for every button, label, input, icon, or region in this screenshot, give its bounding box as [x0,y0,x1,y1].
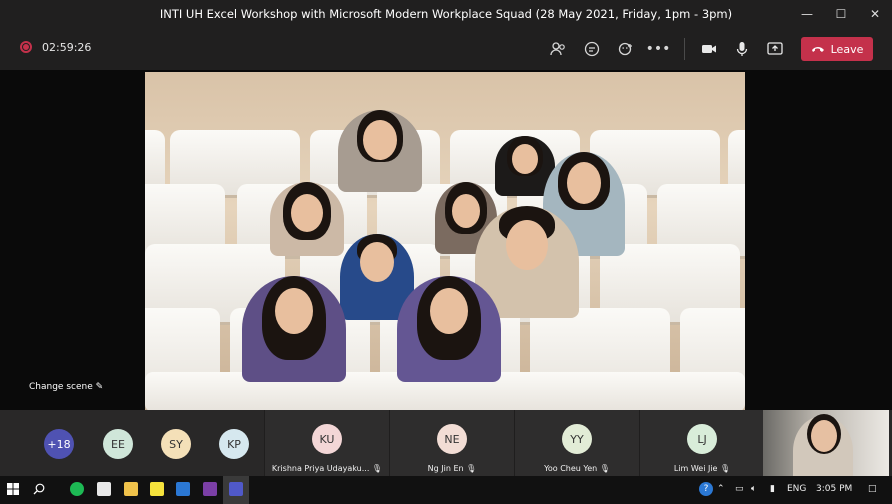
participant-video [242,276,346,382]
mic-muted-icon: 🎙︎ [599,464,610,473]
participants-icon[interactable] [547,38,569,60]
participant-tile[interactable]: LJ Lim Wei Jie 🎙︎ [639,410,764,476]
volume-icon[interactable]: 🔈︎ [751,484,756,494]
teams-icon [229,482,243,496]
microphone-icon[interactable] [731,38,753,60]
participant-name: Ng Jin En [427,464,464,473]
windows-start-icon[interactable] [6,482,20,496]
chat-icon[interactable] [581,38,603,60]
participant-video [270,182,344,256]
window-title: INTI UH Excel Workshop with Microsoft Mo… [159,7,733,21]
camera-icon[interactable] [698,38,720,60]
participant-avatar[interactable]: SY [161,429,191,459]
participant-avatar: YY [562,424,592,454]
title-bar: INTI UH Excel Workshop with Microsoft Mo… [0,0,892,28]
outlook-icon[interactable] [176,482,190,496]
seat [145,130,165,190]
participant-avatar: KU [312,424,342,454]
leave-button[interactable]: Leave [801,37,873,61]
battery-icon[interactable]: ▮ [770,484,775,494]
more-participants-button[interactable]: +18 [44,429,74,459]
participant-avatar[interactable]: KP [219,429,249,459]
windows-taskbar: ? ⌃ ▭ 🔈︎ ▮ ENG 3:05 PM □ [0,476,892,504]
participant-avatar[interactable]: EE [103,429,133,459]
leave-label: Leave [830,42,864,56]
participant-avatar: NE [437,424,467,454]
participant-avatar: LJ [687,424,717,454]
minimize-icon[interactable]: — [790,0,824,28]
pencil-icon: ✎ [95,382,104,392]
maximize-icon[interactable]: ☐ [824,0,858,28]
change-scene-button[interactable]: Change scene ✎ [29,382,103,392]
tray-chevron-icon[interactable]: ⌃ [717,484,725,494]
meeting-toolbar: 02:59:26 ••• Leave [0,28,892,70]
more-options-icon[interactable]: ••• [646,38,671,60]
recording-icon [20,41,32,53]
window-controls: — ☐ ✕ [790,0,892,28]
meeting-stage: Change scene ✎ [0,70,892,410]
participant-tile[interactable]: NE Ng Jin En 🎙︎ [389,410,514,476]
notifications-icon[interactable]: □ [868,484,877,494]
reactions-icon[interactable] [615,38,637,60]
share-screen-icon[interactable] [764,38,786,60]
participant-name: Krishna Priya Udayaku... [271,464,370,473]
participant-tile[interactable]: YY Yoo Cheu Yen 🎙︎ [514,410,639,476]
onenote-icon[interactable] [203,482,217,496]
participant-tile[interactable]: KU Krishna Priya Udayaku... 🎙︎ [264,410,389,476]
mic-muted-icon: 🎙︎ [720,464,731,473]
participant-strip: +18 EE SY KP KU Krishna Priya Udayaku...… [0,410,892,476]
participant-name: Yoo Cheu Yen [544,464,598,473]
file-explorer-icon[interactable] [124,482,138,496]
self-view-video [763,410,889,476]
phone-hangup-icon [811,47,824,52]
meeting-timer: 02:59:26 [42,41,92,54]
store-icon[interactable] [97,482,111,496]
mic-muted-icon: 🎙︎ [371,464,383,473]
participant-name: Lim Wei Jie [673,464,718,473]
participant-video [397,276,501,382]
close-icon[interactable]: ✕ [858,0,892,28]
together-mode-scene [145,72,745,410]
sticky-notes-icon[interactable] [150,482,164,496]
mic-muted-icon: 🎙︎ [466,464,477,473]
clock[interactable]: 3:05 PM [816,484,852,494]
search-icon[interactable] [32,482,46,496]
spotify-icon[interactable] [70,482,84,496]
teams-taskbar-active[interactable] [223,476,249,504]
network-icon[interactable]: ▭ [735,484,744,494]
change-scene-label: Change scene [29,382,93,392]
help-icon[interactable]: ? [699,482,713,496]
participant-video [338,110,422,192]
input-language[interactable]: ENG [787,484,806,494]
toolbar-divider [684,38,685,60]
